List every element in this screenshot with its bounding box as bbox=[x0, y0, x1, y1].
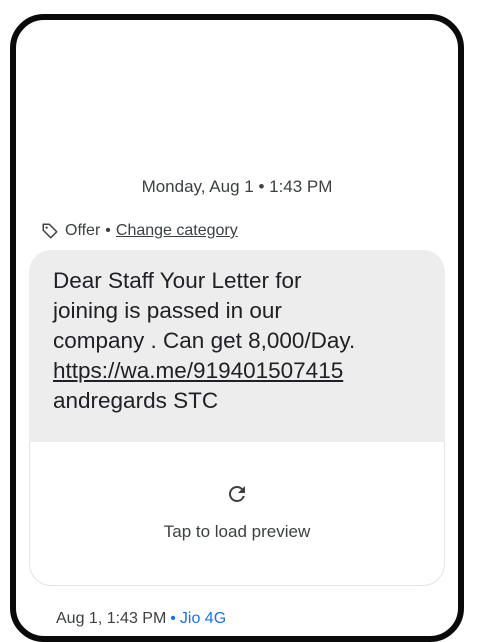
message-text: Dear Staff Your Letter for joining is pa… bbox=[29, 250, 445, 416]
carrier-label: Jio 4G bbox=[179, 610, 227, 627]
message-status: Aug 1, 1:43 PM • Jio 4G bbox=[56, 610, 226, 628]
change-category-link[interactable]: Change category bbox=[116, 222, 238, 240]
message-timestamp: Aug 1, 1:43 PM bbox=[56, 610, 167, 627]
category-label: Offer bbox=[65, 222, 101, 239]
message-signoff: andregards STC bbox=[53, 388, 219, 413]
tag-icon bbox=[41, 222, 59, 240]
category-row: Offer • Change category bbox=[41, 222, 238, 240]
message-link[interactable]: https://wa.me/919401507415 bbox=[53, 358, 343, 383]
category-separator: • bbox=[105, 222, 111, 239]
date-header: Monday, Aug 1 • 1:43 PM bbox=[141, 177, 333, 196]
phone-frame: Monday, Aug 1 • 1:43 PM Offer • Change c… bbox=[10, 14, 464, 642]
preview-label: Tap to load preview bbox=[163, 522, 311, 541]
reload-icon bbox=[229, 486, 245, 502]
status-separator: • bbox=[170, 610, 176, 627]
message-body: Dear Staff Your Letter for joining is pa… bbox=[53, 268, 356, 353]
message-bubble: Dear Staff Your Letter for joining is pa… bbox=[29, 250, 445, 586]
link-preview-card[interactable]: Tap to load preview bbox=[29, 442, 445, 586]
